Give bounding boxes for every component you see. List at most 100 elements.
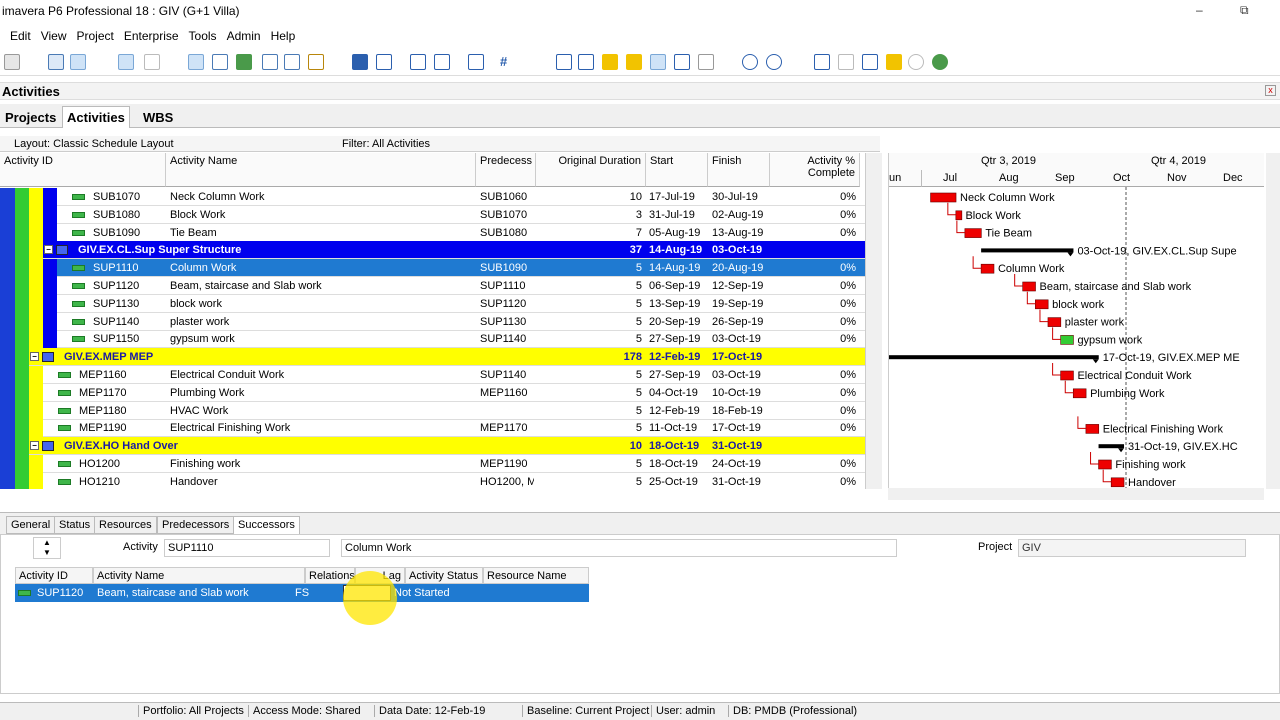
relationship-icon[interactable]: [212, 54, 228, 70]
timescale-icon[interactable]: [284, 54, 300, 70]
summarize-icon[interactable]: [626, 54, 642, 70]
schedule-icon[interactable]: [556, 54, 572, 70]
activity-row[interactable]: HO1210 Handover HO1200, M 5 25-Oct-19 31-Oct-…: [0, 472, 865, 489]
activity-row[interactable]: MEP1160 Electrical Conduit Work SUP1140 5 27…: [0, 366, 865, 384]
activity-row[interactable]: SUP1120 Beam, staircase and Slab work SUP1…: [0, 277, 865, 295]
start-date: 11-Oct-19: [649, 422, 698, 435]
tab-predecessors[interactable]: Predecessors: [157, 516, 235, 534]
gantt-layout-icon[interactable]: [70, 54, 86, 70]
menu-project[interactable]: Project: [76, 29, 113, 43]
progress-spotlight-icon[interactable]: [650, 54, 666, 70]
settings-icon[interactable]: [4, 54, 20, 70]
wbs-level-band: [29, 277, 43, 295]
bars-icon[interactable]: [410, 54, 426, 70]
activity-row[interactable]: SUP1110 Column Work SUB1090 5 14-Aug-19 20-Au…: [0, 259, 865, 278]
minimize-button[interactable]: –: [1196, 3, 1203, 17]
succ-col-activity-id[interactable]: Activity ID: [15, 567, 93, 584]
activity-row[interactable]: MEP1190 Electrical Finishing Work MEP1170 5…: [0, 419, 865, 438]
nav-updown-icon[interactable]: ▲ ▼: [33, 537, 61, 559]
collapse-icon[interactable]: −: [30, 441, 39, 451]
trace-icon[interactable]: [188, 54, 204, 70]
help-icon[interactable]: [908, 54, 924, 70]
activity-row[interactable]: SUP1140 plaster work SUP1130 5 20-Sep-19 26-S…: [0, 312, 865, 331]
col-original-duration[interactable]: Original Duration: [536, 153, 646, 187]
original-duration: 3: [635, 208, 642, 221]
tab-resources[interactable]: Resources: [94, 516, 157, 534]
apply-actuals-icon[interactable]: [674, 54, 690, 70]
succ-col-resource-name[interactable]: Resource Name: [483, 567, 589, 584]
menu-help[interactable]: Help: [271, 29, 296, 43]
col-activity-id[interactable]: Activity ID: [0, 153, 166, 187]
menu-tools[interactable]: Tools: [189, 29, 217, 43]
col-activity-name[interactable]: Activity Name: [166, 153, 476, 187]
close-icon[interactable]: x: [1265, 85, 1276, 96]
paint-icon[interactable]: [308, 54, 324, 70]
menu-enterprise[interactable]: Enterprise: [124, 29, 179, 43]
menu-view[interactable]: View: [41, 29, 67, 43]
succ-col-activity-status[interactable]: Activity Status: [405, 567, 483, 584]
tab-wbs[interactable]: WBS: [138, 106, 178, 128]
activity-row[interactable]: SUP1150 gypsum work SUP1140 5 27-Sep-19 03-Oc…: [0, 330, 865, 349]
tab-general[interactable]: General: [6, 516, 56, 534]
update-progress-icon[interactable]: [698, 54, 714, 70]
activity-id-field[interactable]: SUP1110: [164, 539, 330, 557]
activity-name: gypsum work: [170, 333, 235, 346]
filter-icon[interactable]: [434, 54, 450, 70]
layout-label[interactable]: Layout: Classic Schedule Layout: [14, 138, 174, 150]
zoom-in-icon[interactable]: [742, 54, 758, 70]
activity-row[interactable]: SUB1070 Neck Column Work SUB1060 10 17-Jul-1…: [0, 188, 865, 206]
collapse-icon[interactable]: −: [44, 245, 53, 255]
activity-row[interactable]: SUB1090 Tie Beam SUB1080 7 05-Aug-19 13-Aug-1…: [0, 223, 865, 242]
split-view-icon[interactable]: [862, 54, 878, 70]
menu-admin[interactable]: Admin: [227, 29, 261, 43]
collapse-icon[interactable]: −: [30, 352, 39, 362]
hash-icon[interactable]: #: [500, 54, 516, 70]
table-icon[interactable]: [48, 54, 64, 70]
tab-successors[interactable]: Successors: [233, 516, 300, 534]
globe-icon[interactable]: [932, 54, 948, 70]
activity-row[interactable]: MEP1170 Plumbing Work MEP1160 5 04-Oct-19 10-…: [0, 383, 865, 402]
tab-activities[interactable]: Activities: [62, 106, 130, 128]
activity-row[interactable]: MEP1180 HVAC Work 5 12-Feb-19 18-Feb-19 0%: [0, 401, 865, 420]
network-icon[interactable]: [262, 54, 278, 70]
layout-options-icon[interactable]: [468, 54, 484, 70]
wbs-row[interactable]: − GIV.EX.HO Hand Over 10 18-Oct-19 31-Oct-19: [0, 437, 865, 456]
original-duration: 7: [635, 226, 642, 239]
wbs-level-band: [43, 277, 57, 295]
tab-projects[interactable]: Projects: [0, 106, 61, 128]
activity-name: Electrical Conduit Work: [170, 369, 285, 381]
col-start[interactable]: Start: [646, 153, 708, 187]
col-predecessors[interactable]: Predecess: [476, 153, 536, 187]
wbs-row[interactable]: − GIV.EX.CL.Sup Super Structure 37 14-Aug-1…: [0, 241, 865, 260]
gantt-vscrollbar[interactable]: [1266, 153, 1280, 489]
grid-scrollbar[interactable]: [866, 153, 882, 489]
activity-row[interactable]: SUP1130 block work SUP1120 5 13-Sep-19 19-Sep…: [0, 294, 865, 313]
col-percent-complete[interactable]: Activity % Complete: [770, 153, 860, 187]
notebook-icon[interactable]: [886, 54, 902, 70]
percent-complete: 0%: [840, 208, 856, 221]
diamond-icon[interactable]: [838, 54, 854, 70]
chart-icon[interactable]: [236, 54, 252, 70]
columns-icon[interactable]: [376, 54, 392, 70]
expand-icon[interactable]: [814, 54, 830, 70]
tree-icon[interactable]: [144, 54, 160, 70]
filter-label[interactable]: Filter: All Activities: [342, 138, 430, 150]
succ-relation[interactable]: FS: [295, 587, 309, 599]
store-period-icon[interactable]: [602, 54, 618, 70]
group-sort-icon[interactable]: [352, 54, 368, 70]
gantt-hscrollbar[interactable]: [888, 488, 1264, 500]
restore-button[interactable]: ⧉: [1240, 3, 1249, 18]
zoom-out-icon[interactable]: [766, 54, 782, 70]
activity-name-field[interactable]: Column Work: [341, 539, 897, 557]
tab-status[interactable]: Status: [54, 516, 96, 534]
col-finish[interactable]: Finish: [708, 153, 770, 187]
select-icon[interactable]: [118, 54, 134, 70]
menu-edit[interactable]: Edit: [10, 29, 31, 43]
activity-row[interactable]: SUB1080 Block Work SUB1070 3 31-Jul-19 02-Aug…: [0, 205, 865, 224]
successor-row[interactable]: SUP1120 Beam, staircase and Slab work FS…: [15, 584, 589, 602]
wbs-row[interactable]: − GIV.EX.MEP MEP 178 12-Feb-19 17-Oct-19: [0, 348, 865, 367]
predecessors: HO1200, M: [480, 475, 534, 488]
activity-row[interactable]: HO1200 Finishing work MEP1190 5 18-Oct-19 24-…: [0, 455, 865, 473]
level-icon[interactable]: [578, 54, 594, 70]
succ-col-activity-name[interactable]: Activity Name: [93, 567, 305, 584]
